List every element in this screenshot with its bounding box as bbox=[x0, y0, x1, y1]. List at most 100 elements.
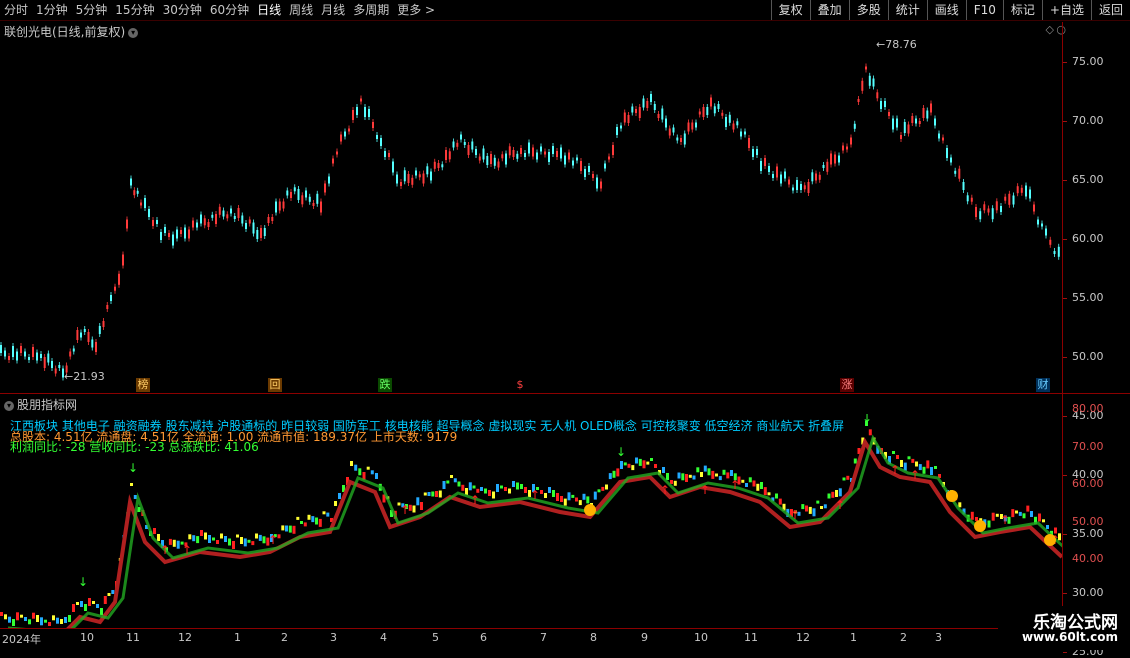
indicator-bar bbox=[32, 612, 35, 619]
indicator-bar bbox=[44, 619, 47, 623]
date-label: 3 bbox=[935, 631, 942, 644]
indicator-bar bbox=[544, 493, 547, 498]
date-label: 5 bbox=[432, 631, 439, 644]
toolbar-button-7[interactable]: +自选 bbox=[1041, 0, 1091, 20]
indicator-bar bbox=[911, 458, 915, 463]
indicator-bar bbox=[64, 617, 67, 623]
indicator-bar bbox=[900, 460, 903, 467]
indicator-bar bbox=[756, 483, 760, 491]
period-tab-4[interactable]: 30分钟 bbox=[163, 0, 202, 20]
indicator-bar bbox=[635, 457, 638, 464]
indicator-bar bbox=[285, 525, 288, 532]
candlestick-chart[interactable] bbox=[0, 22, 1062, 394]
indicator-bar bbox=[153, 528, 156, 534]
indicator-bar bbox=[92, 601, 95, 604]
event-marker-drop[interactable]: 跌 bbox=[378, 378, 392, 392]
indicator-bar bbox=[681, 473, 685, 481]
indicator-bar bbox=[578, 500, 582, 506]
toolbar-buttons: 复权 叠加 多股 统计 画线 F10 标记 +自选 返回 bbox=[770, 0, 1130, 20]
date-label: 6 bbox=[480, 631, 487, 644]
toolbar-button-5[interactable]: F10 bbox=[965, 0, 1003, 20]
indicator-bar bbox=[232, 541, 235, 549]
indicator-bar bbox=[446, 480, 450, 484]
buy-arrow-icon: ↑ bbox=[1000, 513, 1010, 527]
period-tab-9[interactable]: 多周期 bbox=[353, 0, 389, 20]
indicator-bar bbox=[366, 466, 370, 470]
indicator-bar bbox=[100, 608, 103, 615]
indicator-bar bbox=[605, 484, 608, 490]
period-tab-1[interactable]: 1分钟 bbox=[36, 0, 68, 20]
indicator-bar bbox=[0, 612, 3, 616]
indicator-bar bbox=[315, 517, 318, 525]
toolbar-button-0[interactable]: 复权 bbox=[770, 0, 810, 20]
indicator-bar bbox=[208, 535, 211, 543]
indicator-bar bbox=[56, 617, 59, 624]
indicator-bar bbox=[200, 530, 203, 536]
indicator-bar bbox=[96, 604, 99, 608]
period-tab-7[interactable]: 周线 bbox=[289, 0, 313, 20]
period-tab-0[interactable]: 分时 bbox=[4, 0, 28, 20]
indicator-bar bbox=[556, 493, 559, 501]
indicator-bar bbox=[703, 465, 707, 472]
indicator-bar bbox=[991, 512, 995, 521]
high-price-label: ←78.76 bbox=[876, 38, 917, 51]
event-marker-rise[interactable]: 涨 bbox=[840, 378, 854, 392]
indicator-tick-label: 70.00 bbox=[1072, 439, 1104, 453]
toolbar-button-2[interactable]: 多股 bbox=[848, 0, 888, 20]
indicator-bar bbox=[601, 486, 605, 491]
indicator-bar bbox=[760, 482, 763, 489]
period-tab-5[interactable]: 60分钟 bbox=[210, 0, 249, 20]
indicator-bar bbox=[827, 493, 831, 499]
period-tab-8[interactable]: 月线 bbox=[321, 0, 345, 20]
buy-arrow-icon: ↑ bbox=[730, 478, 740, 492]
indicator-bar bbox=[512, 481, 515, 487]
buy-arrow-icon: ↑ bbox=[910, 468, 920, 482]
toolbar-button-1[interactable]: 叠加 bbox=[809, 0, 849, 20]
indicator-bar bbox=[597, 489, 601, 493]
indicator-bar bbox=[726, 472, 730, 479]
indicator-bar bbox=[354, 464, 358, 471]
toolbar-button-3[interactable]: 统计 bbox=[887, 0, 927, 20]
period-tab-2[interactable]: 5分钟 bbox=[76, 0, 108, 20]
indicator-bar bbox=[763, 487, 767, 496]
period-tab-10[interactable]: 更多 > bbox=[397, 0, 435, 20]
toolbar-button-4[interactable]: 画线 bbox=[926, 0, 966, 20]
toolbar-button-6[interactable]: 标记 bbox=[1002, 0, 1042, 20]
indicator-bar bbox=[412, 505, 416, 513]
indicator-bar bbox=[292, 525, 296, 534]
date-label: 12 bbox=[796, 631, 810, 644]
event-marker-buyback[interactable]: 回 bbox=[268, 378, 282, 392]
indicator-bar bbox=[326, 512, 330, 517]
indicator-bar bbox=[157, 534, 160, 541]
indicator-bar bbox=[896, 455, 899, 459]
indicator-panel-title[interactable]: ▾ 股朋指标网 bbox=[4, 396, 77, 413]
indicator-bar bbox=[903, 462, 907, 471]
indicator-bar bbox=[212, 537, 215, 541]
indicator-bar bbox=[228, 538, 231, 546]
indicator-bar bbox=[627, 463, 631, 468]
period-tab-6[interactable]: 日线 bbox=[257, 0, 281, 20]
buy-arrow-icon: ↑ bbox=[790, 508, 800, 522]
indicator-bar bbox=[472, 485, 476, 489]
date-label: 10 bbox=[80, 631, 94, 644]
indicator-bar bbox=[926, 460, 930, 469]
indicator-bar bbox=[172, 539, 176, 547]
indicator-bar bbox=[892, 451, 895, 454]
dropdown-icon[interactable]: ▾ bbox=[4, 400, 14, 411]
indicator-bar bbox=[575, 497, 578, 502]
indicator-bar bbox=[620, 461, 623, 469]
indicator-bar bbox=[823, 504, 827, 509]
buy-arrow-icon: ↑ bbox=[400, 503, 410, 517]
indicator-bar bbox=[775, 493, 778, 499]
event-marker-finance[interactable]: 财 bbox=[1036, 378, 1050, 392]
indicator-bar bbox=[560, 496, 563, 502]
indicator-bar bbox=[255, 533, 258, 539]
period-tab-3[interactable]: 15分钟 bbox=[115, 0, 154, 20]
indicator-bar bbox=[188, 534, 192, 540]
event-marker-rank[interactable]: 榜 bbox=[136, 378, 150, 392]
indicator-bar bbox=[808, 506, 812, 514]
signal-circle-icon bbox=[1044, 534, 1056, 546]
toolbar-button-8[interactable]: 返回 bbox=[1090, 0, 1130, 20]
event-marker-dollar[interactable]: $ bbox=[513, 378, 527, 392]
indicator-bar bbox=[820, 506, 823, 509]
